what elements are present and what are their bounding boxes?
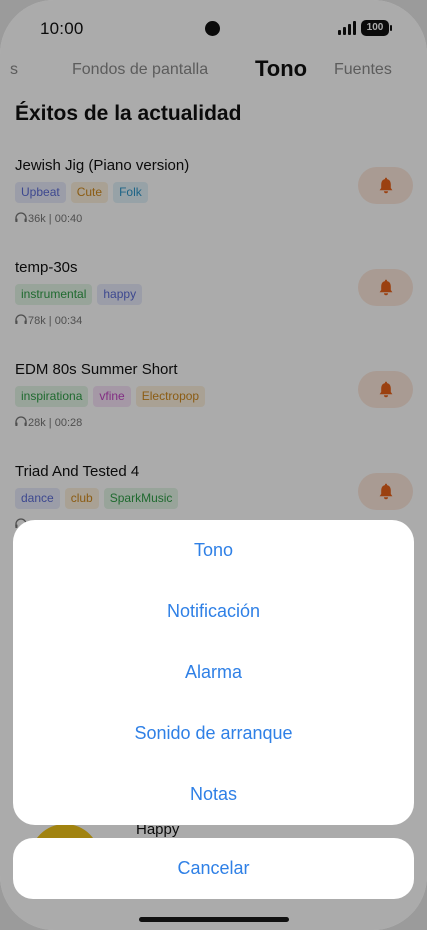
home-indicator[interactable]: [139, 917, 289, 922]
option-notes[interactable]: Notas: [13, 764, 414, 825]
option-boot-sound[interactable]: Sonido de arranque: [13, 703, 414, 764]
phone-screen: 10:00 100 s Fondos de pantalla Tono Fuen…: [0, 0, 427, 930]
device-frame: 10:00 100 s Fondos de pantalla Tono Fuen…: [0, 0, 427, 930]
ringtone-type-sheet: Tono Notificación Alarma Sonido de arran…: [13, 520, 414, 825]
option-notification[interactable]: Notificación: [13, 581, 414, 642]
option-alarm[interactable]: Alarma: [13, 642, 414, 703]
option-ringtone[interactable]: Tono: [13, 520, 414, 581]
cancel-button[interactable]: Cancelar: [13, 838, 414, 899]
